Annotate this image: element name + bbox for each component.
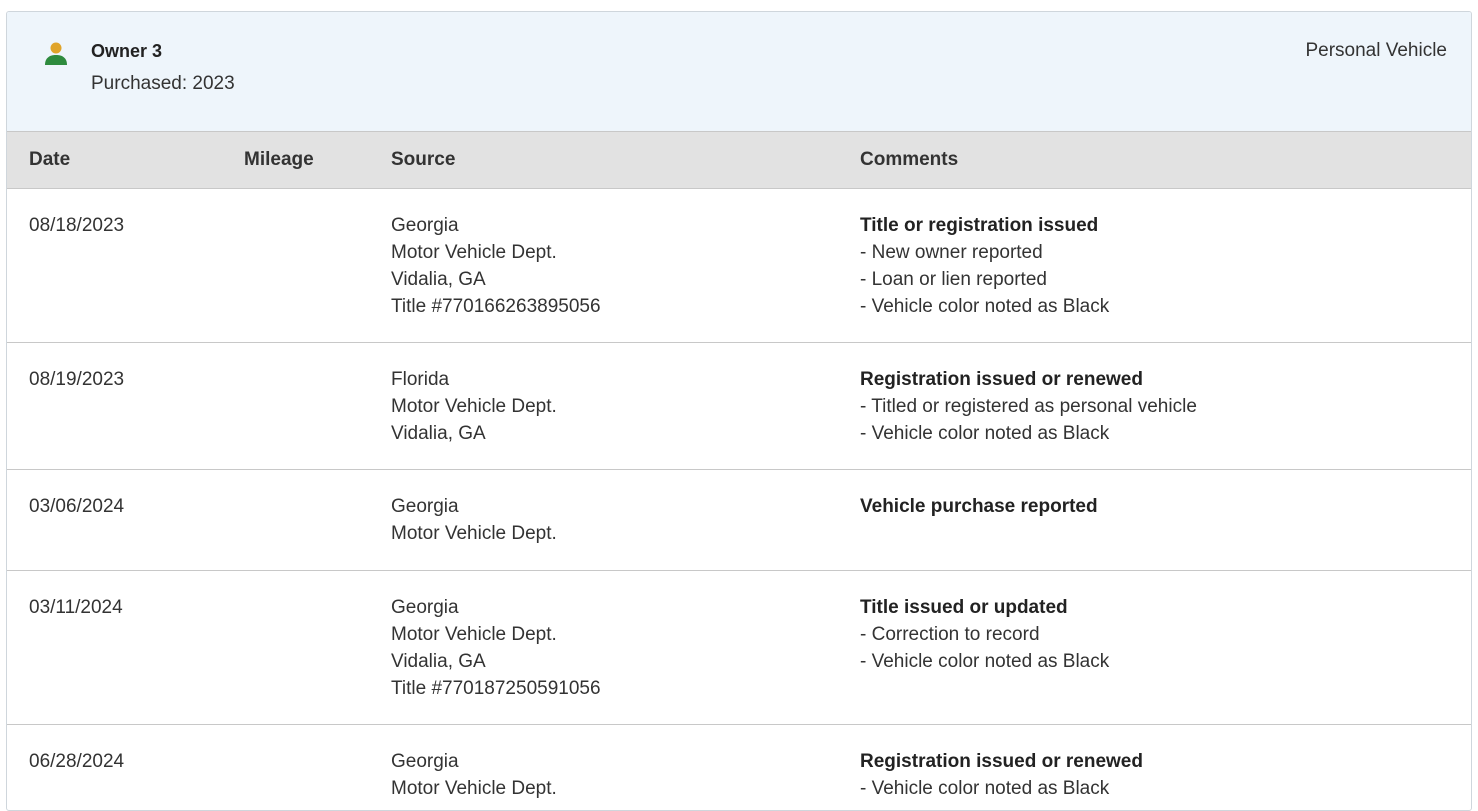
table-row: 06/28/2024 Georgia Motor Vehicle Dept. R… [7, 725, 1471, 810]
source-line: Georgia [391, 496, 459, 517]
source-line: Motor Vehicle Dept. [391, 624, 557, 645]
row-comments: Vehicle purchase reported [860, 493, 1098, 520]
comment-title: Registration issued or renewed [860, 369, 1143, 390]
row-date: 03/11/2024 [29, 597, 123, 618]
vehicle-use-type: Personal Vehicle [1305, 40, 1447, 61]
source-line: Motor Vehicle Dept. [391, 242, 557, 263]
row-source: Georgia Motor Vehicle Dept. Vidalia, GA … [391, 594, 601, 702]
source-line: Georgia [391, 751, 459, 772]
row-source: Florida Motor Vehicle Dept. Vidalia, GA [391, 366, 557, 447]
row-comments: Title issued or updated - Correction to … [860, 594, 1109, 675]
source-line: Florida [391, 369, 450, 390]
source-line: Georgia [391, 215, 459, 236]
row-date: 06/28/2024 [29, 751, 125, 772]
row-date: 08/18/2023 [29, 215, 125, 236]
row-source: Georgia Motor Vehicle Dept. [391, 493, 557, 547]
source-line: Vidalia, GA [391, 423, 486, 444]
comment-title: Title issued or updated [860, 597, 1068, 618]
comment-item: - Loan or lien reported [860, 269, 1047, 290]
comment-title: Title or registration issued [860, 215, 1099, 236]
source-line: Title #770187250591056 [391, 678, 601, 699]
owner-header: Owner 3 Purchased: 2023 Personal Vehicle [7, 12, 1471, 131]
table-row: 08/19/2023 Florida Motor Vehicle Dept. V… [7, 343, 1471, 470]
table-row: 08/18/2023 Georgia Motor Vehicle Dept. V… [7, 189, 1471, 343]
column-header-source: Source [391, 149, 456, 170]
comment-title: Registration issued or renewed [860, 751, 1143, 772]
comment-item: - Vehicle color noted as Black [860, 423, 1110, 444]
comment-item: - Vehicle color noted as Black [860, 778, 1110, 799]
source-line: Motor Vehicle Dept. [391, 396, 557, 417]
source-line: Motor Vehicle Dept. [391, 778, 557, 799]
owner-purchased-year: Purchased: 2023 [91, 73, 235, 94]
comment-item: - Vehicle color noted as Black [860, 651, 1110, 672]
source-line: Title #770166263895056 [391, 296, 601, 317]
source-line: Vidalia, GA [391, 651, 486, 672]
owner-history-card: Owner 3 Purchased: 2023 Personal Vehicle… [6, 11, 1472, 811]
table-header-row: Date Mileage Source Comments [7, 131, 1471, 189]
comment-item: - Vehicle color noted as Black [860, 296, 1110, 317]
comment-title: Vehicle purchase reported [860, 496, 1098, 517]
table-row: 03/06/2024 Georgia Motor Vehicle Dept. V… [7, 470, 1471, 571]
column-header-mileage: Mileage [244, 149, 314, 170]
row-comments: Title or registration issued - New owner… [860, 212, 1109, 320]
row-comments: Registration issued or renewed - Titled … [860, 366, 1197, 447]
table-row: 03/11/2024 Georgia Motor Vehicle Dept. V… [7, 571, 1471, 725]
source-line: Motor Vehicle Dept. [391, 523, 557, 544]
person-icon [45, 42, 67, 65]
column-header-comments: Comments [860, 149, 959, 170]
row-source: Georgia Motor Vehicle Dept. Vidalia, GA … [391, 212, 601, 320]
source-line: Georgia [391, 597, 459, 618]
column-header-date: Date [29, 149, 71, 170]
source-line: Vidalia, GA [391, 269, 486, 290]
owner-title: Owner 3 [91, 41, 163, 61]
row-date: 03/06/2024 [29, 496, 125, 517]
comment-item: - Correction to record [860, 624, 1040, 645]
row-date: 08/19/2023 [29, 369, 125, 390]
comment-item: - New owner reported [860, 242, 1043, 263]
comment-item: - Titled or registered as personal vehic… [860, 396, 1197, 417]
